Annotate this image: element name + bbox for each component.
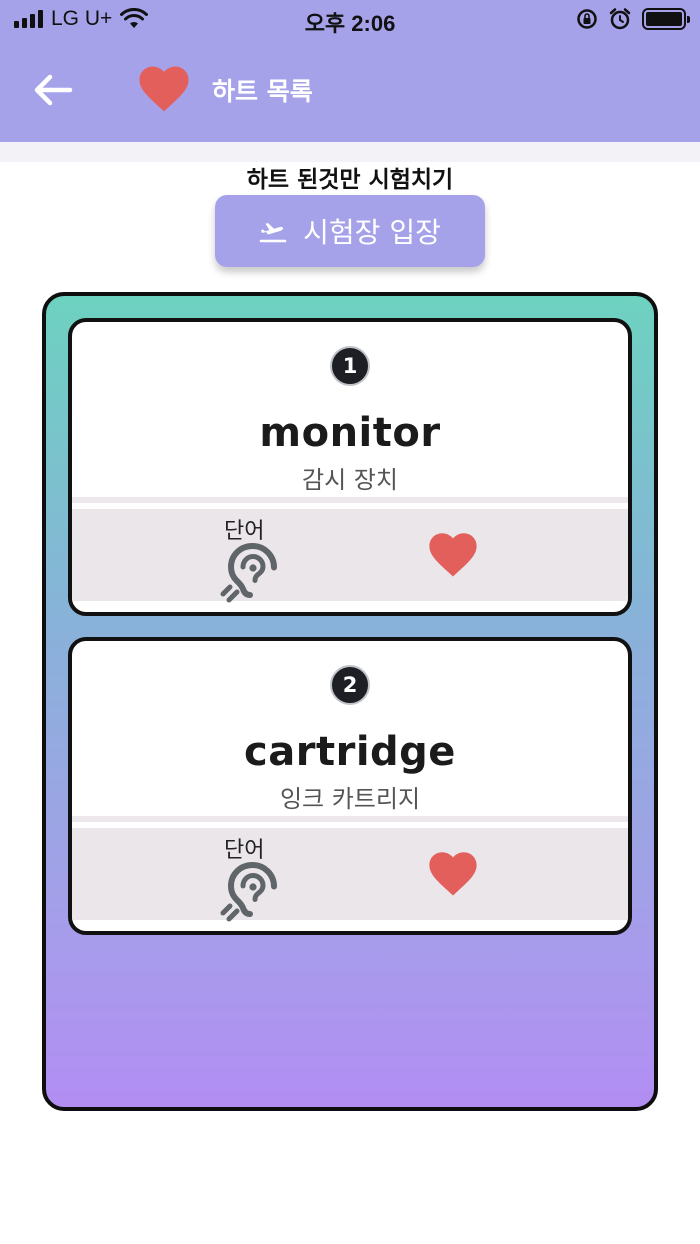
card-actions: 단어: [72, 509, 628, 603]
header: LG U+ 오후 2:06 하트 목록: [0, 0, 700, 142]
card-word: cartridge: [244, 729, 456, 775]
back-arrow-icon: [34, 74, 73, 106]
rotation-lock-icon: [577, 9, 597, 29]
hearing-icon[interactable]: [216, 541, 282, 603]
status-bar: LG U+ 오후 2:06: [0, 0, 700, 40]
back-button[interactable]: [28, 68, 78, 112]
status-right: [576, 7, 690, 31]
app-bar: 하트 목록: [0, 40, 700, 142]
card-word: monitor: [259, 410, 441, 456]
flight-takeoff-icon: [259, 223, 287, 243]
header-divider: [0, 142, 700, 162]
heart-icon: [139, 66, 189, 112]
card-number: 2: [330, 665, 370, 705]
alarm-icon: [609, 8, 631, 30]
card-meaning: 감시 장치: [302, 466, 398, 494]
hearing-icon[interactable]: [216, 860, 282, 922]
heart-icon[interactable]: [426, 529, 480, 579]
enter-exam-button[interactable]: 시험장 입장: [215, 195, 485, 267]
word-card: 2 cartridge 잉크 카트리지 단어: [68, 637, 632, 935]
card-actions: 단어: [72, 828, 628, 922]
enter-exam-label: 시험장 입장: [303, 216, 441, 249]
card-divider: [72, 816, 628, 822]
page-title: 하트 목록: [212, 77, 313, 106]
heart-list-panel: 1 monitor 감시 장치 단어 2 cartridge 잉크 카트리지 단…: [42, 292, 658, 1111]
card-number: 1: [330, 346, 370, 386]
battery-icon: [642, 8, 690, 30]
card-divider: [72, 497, 628, 503]
card-meaning: 잉크 카트리지: [279, 785, 421, 813]
heart-quiz-label: 하트 된것만 시험치기: [246, 167, 454, 193]
word-card: 1 monitor 감시 장치 단어: [68, 318, 632, 616]
heart-icon[interactable]: [426, 848, 480, 898]
